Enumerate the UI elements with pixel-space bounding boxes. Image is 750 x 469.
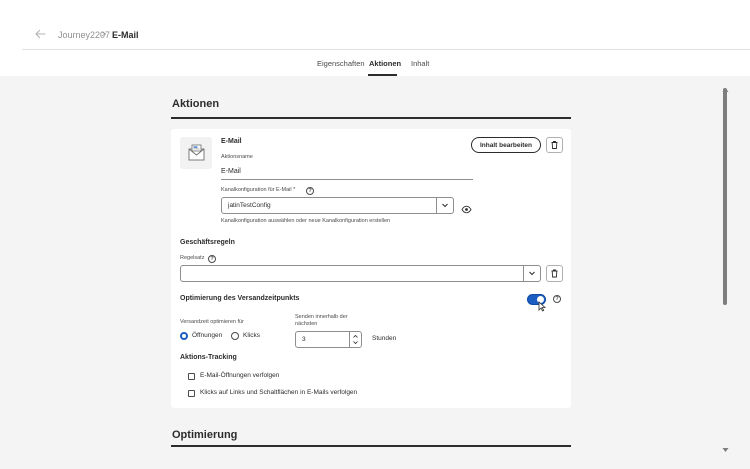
breadcrumb-separator: > (101, 29, 107, 39)
email-envelope-icon (188, 144, 205, 161)
trash-icon (551, 269, 558, 278)
track-clicks-label[interactable]: Klicks auf Links und Schaltflächen in E-… (200, 389, 357, 396)
tab-inhalt[interactable]: Inhalt (411, 59, 429, 68)
channel-config-help-icon[interactable]: ? (306, 187, 314, 195)
delete-action-button[interactable] (546, 137, 563, 153)
radio-opens[interactable] (180, 332, 188, 340)
radio-opens-label[interactable]: Öffnungen (192, 332, 222, 339)
chevron-down-icon (353, 341, 358, 345)
radio-clicks[interactable] (231, 332, 239, 340)
actions-section-rule (171, 117, 571, 119)
scroll-up-icon[interactable] (722, 80, 729, 92)
scrollbar-thumb[interactable] (723, 88, 727, 305)
back-arrow-icon[interactable] (34, 28, 48, 42)
stepper-buttons[interactable] (349, 332, 361, 347)
channel-config-select[interactable]: jatinTestConfig (221, 197, 454, 214)
top-bar: Journey2207 > E-Mail (0, 0, 750, 50)
channel-config-label: Kanalkonfiguration für E-Mail * (221, 187, 296, 193)
chevron-up-icon (353, 334, 358, 338)
action-name-underline (221, 179, 473, 180)
email-thumbnail (180, 137, 212, 169)
radio-clicks-label[interactable]: Klicks (243, 332, 260, 339)
chevron-down-icon[interactable] (523, 266, 540, 281)
scroll-down-icon[interactable] (722, 440, 729, 452)
optimize-for-label: Versandzeit optimieren für (180, 319, 244, 325)
page-title: E-Mail (112, 30, 139, 40)
send-within-value: 3 (302, 336, 306, 343)
trash-icon (551, 141, 558, 149)
tab-eigenschaften[interactable]: Eigenschaften (317, 59, 365, 68)
email-type-label: E-Mail (221, 138, 242, 145)
action-tracking-title: Aktions-Tracking (180, 354, 237, 361)
chevron-down-icon[interactable] (436, 198, 453, 213)
actions-section-title: Aktionen (172, 98, 220, 110)
business-rules-title: Geschäftsregeln (180, 239, 235, 246)
send-within-stepper[interactable]: 3 (295, 331, 362, 348)
send-time-optimization-title: Optimierung des Versandzeitpunkts (180, 295, 300, 302)
mouse-pointer-icon (538, 299, 547, 312)
track-opens-checkbox[interactable] (188, 373, 195, 380)
send-time-help-icon[interactable]: ? (553, 295, 561, 303)
ruleset-label: Regelsatz (180, 255, 205, 261)
send-within-unit: Stunden (372, 335, 397, 342)
preview-eye-icon[interactable] (461, 201, 472, 219)
tab-bar: Eigenschaften Aktionen Inhalt (0, 50, 750, 126)
channel-config-hint: Kanalkonfiguration auswählen oder neue K… (221, 218, 391, 224)
edit-content-button[interactable]: Inhalt bearbeiten (471, 137, 541, 153)
send-within-label-line2: nächsten (295, 321, 318, 327)
optimization-section-rule (171, 445, 571, 447)
optimization-section-title: Optimierung (172, 429, 238, 441)
action-name-input[interactable]: E-Mail (221, 168, 241, 175)
tab-aktionen[interactable]: Aktionen (369, 59, 401, 68)
send-within-label-line1: Senden innerhalb der (295, 314, 348, 320)
delete-ruleset-button[interactable] (546, 265, 563, 282)
email-action-card: E-Mail Aktionsname E-Mail Inhalt bearbei… (171, 129, 571, 408)
main-content: Aktionen E-Mail Aktionsname E-Mail Inhal… (0, 76, 750, 469)
ruleset-select[interactable] (180, 265, 541, 282)
action-name-label: Aktionsname (221, 154, 253, 160)
ruleset-help-icon[interactable]: ? (208, 255, 216, 263)
channel-config-value: jatinTestConfig (228, 202, 271, 209)
track-opens-label[interactable]: E-Mail-Öffnungen verfolgen (200, 372, 279, 379)
track-clicks-checkbox[interactable] (188, 390, 195, 397)
